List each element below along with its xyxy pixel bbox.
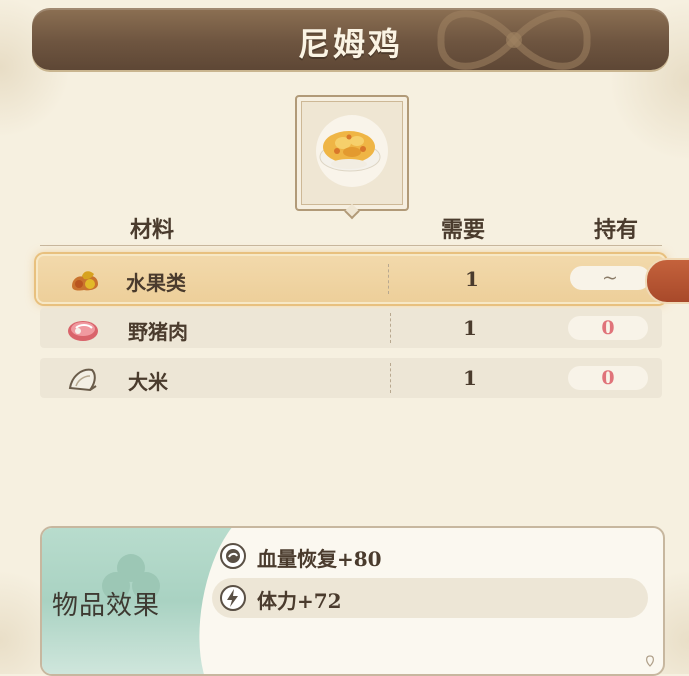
column-header-material: 材料 <box>130 217 175 243</box>
boar-meat-icon <box>68 321 98 341</box>
ingredient-name: 水果类 <box>126 271 186 295</box>
ingredient-name: 野猪肉 <box>128 320 188 344</box>
dish-icon <box>316 115 388 187</box>
ingredient-have-count: 0 <box>568 366 648 390</box>
ingredient-have-count: 0 <box>568 316 648 340</box>
effect-item: 血量恢复+80 <box>212 536 648 576</box>
rice-icon <box>68 368 97 392</box>
column-separator <box>390 363 391 393</box>
item-effects-panel: 物品效果 血量恢复+80 体力+72 <box>40 526 665 676</box>
dish-image-frame <box>295 95 409 211</box>
ingredient-select-tab[interactable] <box>645 258 689 304</box>
fruit-icon <box>72 271 98 291</box>
effect-text: 体力+72 <box>257 589 342 613</box>
ingredient-row-selected[interactable]: 水果类 1 ~ <box>36 254 666 304</box>
ingredient-name: 大米 <box>128 370 168 394</box>
ingredient-need-count: 1 <box>465 267 479 291</box>
ingredient-row[interactable]: 野猪肉 1 0 <box>40 308 662 348</box>
stamina-icon <box>220 585 246 611</box>
header-divider <box>40 245 662 246</box>
column-separator <box>388 264 389 294</box>
column-header-have: 持有 <box>594 217 639 243</box>
effect-text: 血量恢复+80 <box>257 547 382 571</box>
ingredient-need-count: 1 <box>463 366 477 390</box>
recipe-title: 尼姆鸡 <box>297 25 403 63</box>
effect-item: 体力+72 <box>212 578 648 618</box>
health-icon <box>220 543 246 569</box>
column-header-need: 需要 <box>441 217 486 243</box>
column-separator <box>390 313 391 343</box>
ingredient-need-count: 1 <box>463 316 477 340</box>
ingredient-row[interactable]: 大米 1 0 <box>40 358 662 398</box>
title-banner: 尼姆鸡 <box>32 8 669 70</box>
corner-ornament-icon <box>646 655 654 667</box>
ingredient-have-count: ~ <box>570 266 650 290</box>
effects-label: 物品效果 <box>52 591 161 621</box>
